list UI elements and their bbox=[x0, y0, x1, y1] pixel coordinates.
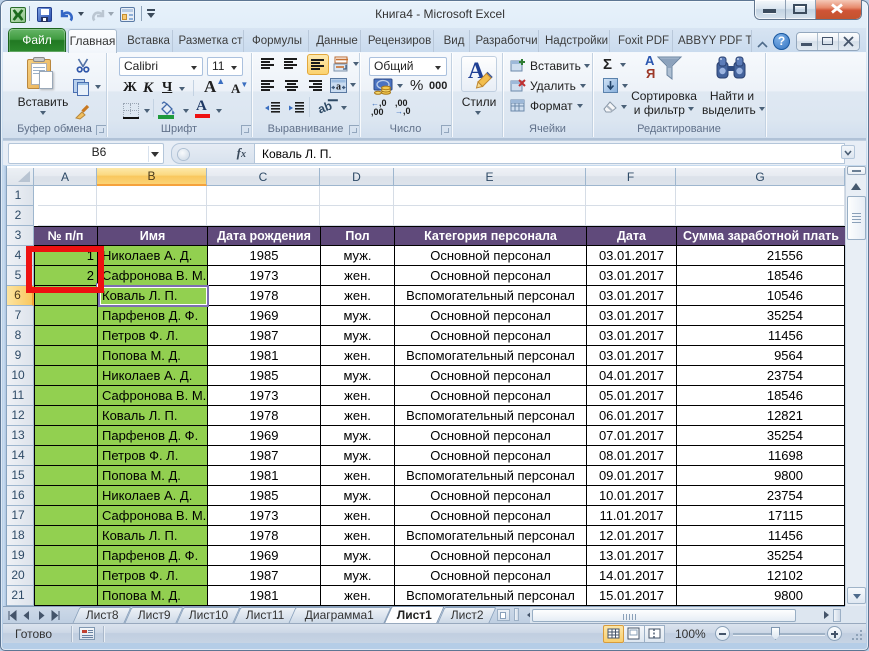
svg-text:a: a bbox=[336, 82, 341, 93]
